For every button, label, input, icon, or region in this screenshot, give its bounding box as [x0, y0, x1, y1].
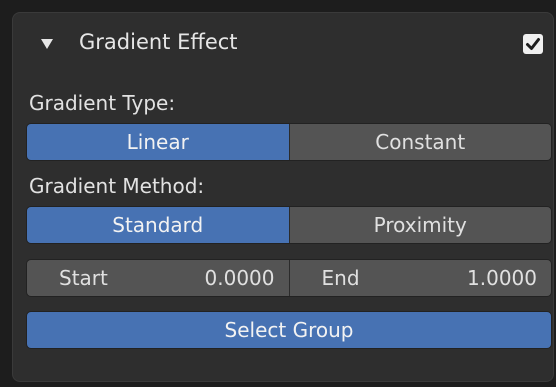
panel-title: Gradient Effect — [79, 30, 238, 54]
gradient-method-standard-option[interactable]: Standard — [27, 207, 289, 243]
start-label: Start — [59, 266, 108, 290]
end-value: 1.0000 — [467, 266, 537, 290]
gradient-method-selector: Standard Proximity — [26, 206, 552, 244]
end-label: End — [321, 266, 360, 290]
start-value: 0.0000 — [204, 266, 275, 290]
gradient-method-label: Gradient Method: — [29, 174, 205, 198]
range-fields: Start 0.0000 End 1.0000 — [26, 259, 552, 297]
start-field[interactable]: Start 0.0000 — [27, 260, 289, 296]
gradient-method-proximity-option[interactable]: Proximity — [288, 207, 551, 243]
gradient-type-selector: Linear Constant — [26, 123, 552, 161]
panel-header[interactable]: Gradient Effect — [13, 13, 553, 73]
end-field[interactable]: End 1.0000 — [288, 260, 551, 296]
gradient-type-label: Gradient Type: — [29, 91, 176, 115]
select-group-button[interactable]: Select Group — [26, 311, 552, 349]
gradient-type-linear-option[interactable]: Linear — [27, 124, 289, 160]
enable-checkbox[interactable] — [523, 34, 543, 54]
gradient-effect-panel: Gradient Effect Gradient Type: Linear Co… — [12, 12, 554, 382]
gradient-type-constant-option[interactable]: Constant — [288, 124, 551, 160]
checkmark-icon — [526, 38, 540, 50]
collapse-triangle-icon[interactable] — [41, 39, 53, 49]
